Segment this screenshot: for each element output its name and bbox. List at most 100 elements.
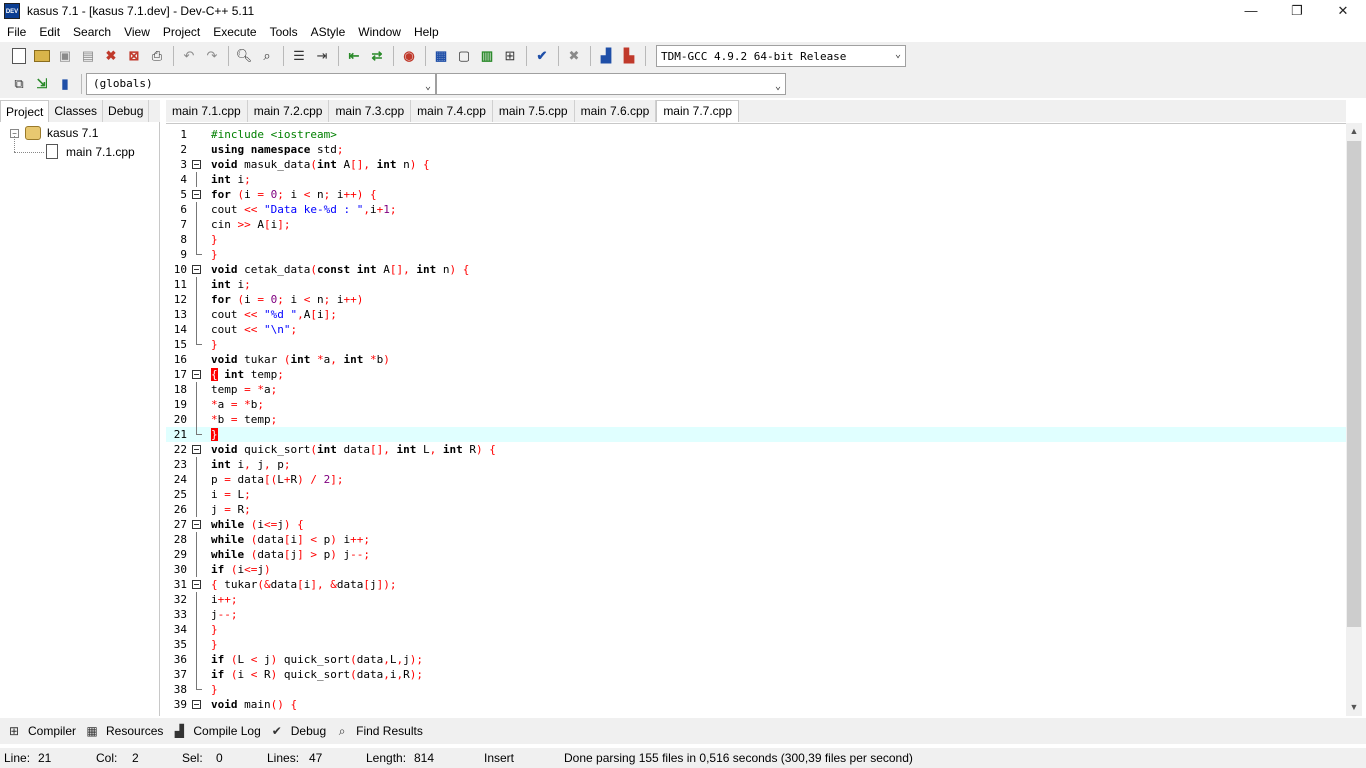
insert-icon[interactable]: ⧉: [8, 73, 30, 95]
tab-main-7-4[interactable]: main 7.4.cpp: [411, 100, 493, 122]
code-line[interactable]: 24 p = data[(L+R) / 2];: [166, 472, 1346, 487]
menu-file[interactable]: File: [0, 22, 32, 42]
tab-main-7-3[interactable]: main 7.3.cpp: [329, 100, 412, 122]
code-line[interactable]: 4 int i;: [166, 172, 1346, 187]
replace-icon[interactable]: ⌕: [256, 45, 278, 67]
tab-main-7-1[interactable]: main 7.1.cpp: [166, 100, 248, 122]
rebuild-icon[interactable]: ▥: [476, 45, 498, 67]
fold-toggle-icon[interactable]: [192, 445, 201, 454]
stop-icon[interactable]: ✖: [563, 45, 585, 67]
code-line[interactable]: 27 while (i<=j) {: [166, 517, 1346, 532]
redo-icon[interactable]: ↷: [201, 45, 223, 67]
compiler-select[interactable]: TDM-GCC 4.9.2 64-bit Release ⌄: [656, 45, 906, 67]
code-line[interactable]: 5 for (i = 0; i < n; i++) {: [166, 187, 1346, 202]
menu-tools[interactable]: Tools: [263, 22, 304, 42]
code-line[interactable]: 22 void quick_sort(int data[], int L, int…: [166, 442, 1346, 457]
goto-declaration-icon[interactable]: ⇲: [31, 73, 53, 95]
close-button[interactable]: ✕: [1320, 0, 1366, 22]
scrollbar-thumb[interactable]: [1347, 141, 1361, 627]
code-line[interactable]: 34}: [166, 622, 1346, 637]
editor-scrollbar[interactable]: ▲ ▼: [1346, 123, 1362, 716]
save-icon[interactable]: ▣: [54, 45, 76, 67]
print-icon[interactable]: ⎙: [146, 45, 168, 67]
checkmark-icon[interactable]: ✔: [531, 45, 553, 67]
new-file-icon[interactable]: [8, 45, 30, 67]
close-all-icon[interactable]: ⊠: [123, 45, 145, 67]
code-line[interactable]: 6 cout << "Data ke-%d : ",i+1;: [166, 202, 1346, 217]
fold-toggle-icon[interactable]: [192, 370, 201, 379]
code-line[interactable]: 2 using namespace std;: [166, 142, 1346, 157]
code-line[interactable]: 11 int i;: [166, 277, 1346, 292]
scroll-down-icon[interactable]: ▼: [1346, 699, 1362, 716]
tab-main-7-6[interactable]: main 7.6.cpp: [575, 100, 657, 122]
code-line[interactable]: 29 while (data[j] > p) j--;: [166, 547, 1346, 562]
tab-compiler[interactable]: ⊞ Compiler: [6, 724, 76, 738]
menu-search[interactable]: Search: [66, 22, 117, 42]
code-line[interactable]: 1 #include <iostream>: [166, 127, 1346, 142]
compile-run-icon[interactable]: ▢: [453, 45, 475, 67]
tab-main-7-2[interactable]: main 7.2.cpp: [248, 100, 330, 122]
toggle-comment-icon[interactable]: ⇄: [366, 45, 388, 67]
code-line[interactable]: 39 void main() {: [166, 697, 1346, 712]
code-line[interactable]: 3 void masuk_data(int A[], int n) {: [166, 157, 1346, 172]
tab-debug-output[interactable]: ✔ Debug: [269, 724, 326, 738]
code-line[interactable]: 36 if (L < j) quick_sort(data,L,j);: [166, 652, 1346, 667]
menu-help[interactable]: Help: [407, 22, 445, 42]
tab-find-results[interactable]: ⌕ Find Results: [334, 724, 423, 738]
open-icon[interactable]: [31, 45, 53, 67]
profile-icon[interactable]: ▟: [595, 45, 617, 67]
tab-project[interactable]: Project: [0, 100, 50, 122]
compile-icon[interactable]: ◉: [398, 45, 420, 67]
code-line[interactable]: 17 { int temp;: [166, 367, 1346, 382]
code-line[interactable]: 12 for (i = 0; i < n; i++): [166, 292, 1346, 307]
fold-toggle-icon[interactable]: [192, 580, 201, 589]
menu-window[interactable]: Window: [351, 22, 407, 42]
code-line[interactable]: 28 while (data[i] < p) i++;: [166, 532, 1346, 547]
code-line[interactable]: 23 int i, j, p;: [166, 457, 1346, 472]
code-line[interactable]: 21}: [166, 427, 1346, 442]
tab-main-7-7[interactable]: main 7.7.cpp: [656, 100, 740, 122]
goto-line-icon[interactable]: ☰: [288, 45, 310, 67]
code-line[interactable]: 20 *b = temp;: [166, 412, 1346, 427]
minimize-button[interactable]: —: [1228, 0, 1274, 22]
code-line[interactable]: 8}: [166, 232, 1346, 247]
indent-icon[interactable]: ⇥: [311, 45, 333, 67]
code-line[interactable]: 25 i = L;: [166, 487, 1346, 502]
code-line[interactable]: 35}: [166, 637, 1346, 652]
profile-delete-icon[interactable]: ▙: [618, 45, 640, 67]
fold-toggle-icon[interactable]: [192, 520, 201, 529]
code-line[interactable]: 33 j--;: [166, 607, 1346, 622]
tree-file-item[interactable]: main 7.1.cpp: [46, 144, 135, 159]
bookmark-icon[interactable]: ▮: [54, 73, 76, 95]
globals-select[interactable]: (globals) ⌄: [86, 73, 436, 95]
code-line[interactable]: 26 j = R;: [166, 502, 1346, 517]
code-line[interactable]: 16 void tukar (int *a, int *b): [166, 352, 1346, 367]
code-line[interactable]: 14 cout << "\n";: [166, 322, 1346, 337]
fold-toggle-icon[interactable]: [192, 700, 201, 709]
fold-toggle-icon[interactable]: [192, 265, 201, 274]
code-line[interactable]: 13 cout << "%d ",A[i];: [166, 307, 1346, 322]
menu-edit[interactable]: Edit: [32, 22, 66, 42]
menu-execute[interactable]: Execute: [206, 22, 262, 42]
code-line[interactable]: 7 cin >> A[i];: [166, 217, 1346, 232]
code-line[interactable]: 10 void cetak_data(const int A[], int n) …: [166, 262, 1346, 277]
scroll-up-icon[interactable]: ▲: [1346, 123, 1362, 140]
menu-view[interactable]: View: [117, 22, 156, 42]
tab-classes[interactable]: Classes: [49, 100, 104, 122]
menu-astyle[interactable]: AStyle: [304, 22, 352, 42]
code-line[interactable]: 18 temp = *a;: [166, 382, 1346, 397]
members-select[interactable]: ⌄: [436, 73, 786, 95]
code-line[interactable]: 15}: [166, 337, 1346, 352]
code-line[interactable]: 9}: [166, 247, 1346, 262]
code-line[interactable]: 31 { tukar(&data[i], &data[j]);: [166, 577, 1346, 592]
find-icon[interactable]: 🔍︎: [233, 45, 255, 67]
code-line[interactable]: 32 i++;: [166, 592, 1346, 607]
tree-root-item[interactable]: − kasus 7.1: [10, 126, 98, 140]
unindent-icon[interactable]: ⇤: [343, 45, 365, 67]
code-editor[interactable]: 1 #include <iostream> 2 using namespace std…: [166, 123, 1346, 716]
tab-debug[interactable]: Debug: [103, 100, 150, 122]
tab-main-7-5[interactable]: main 7.5.cpp: [493, 100, 575, 122]
code-line[interactable]: 37 if (i < R) quick_sort(data,i,R);: [166, 667, 1346, 682]
undo-icon[interactable]: ↶: [178, 45, 200, 67]
menu-project[interactable]: Project: [156, 22, 206, 42]
